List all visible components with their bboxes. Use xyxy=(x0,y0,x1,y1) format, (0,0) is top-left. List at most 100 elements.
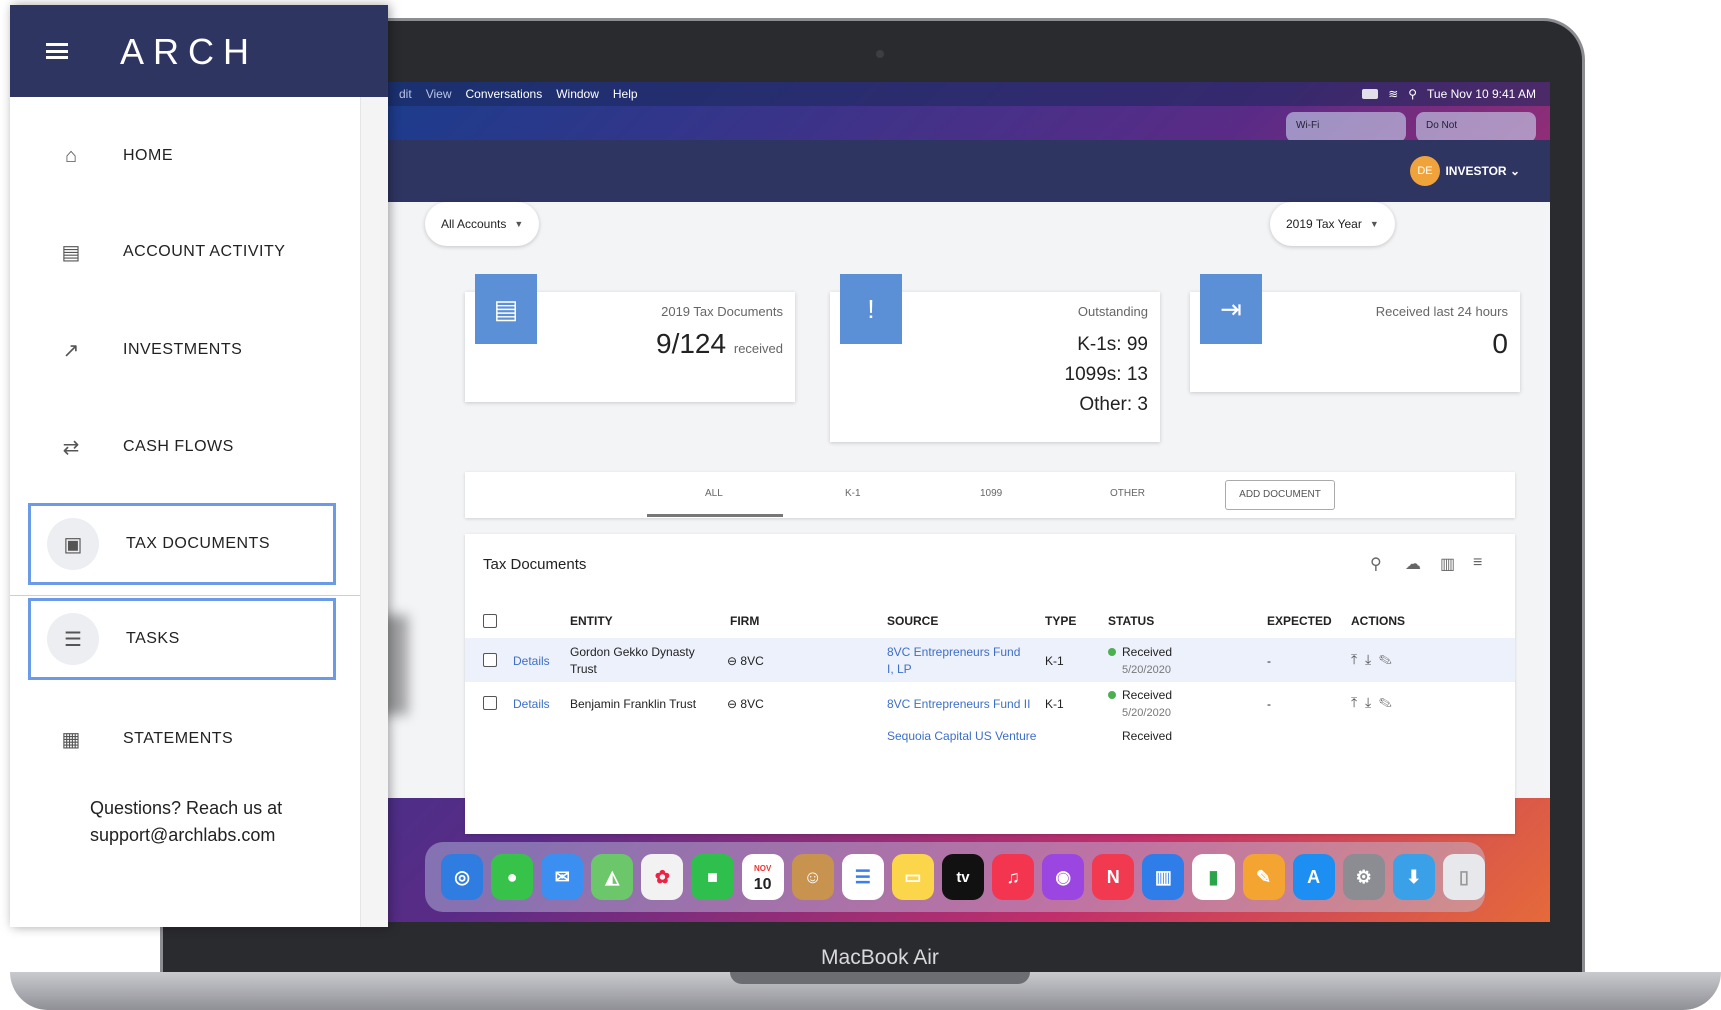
podcasts-icon[interactable]: ◉ xyxy=(1042,854,1085,900)
downloads-folder-icon[interactable]: ⬇ xyxy=(1392,854,1435,900)
user-role-label: INVESTOR xyxy=(1445,164,1507,178)
screen: dit View Conversations Window Help ≋ ⚲ T… xyxy=(385,82,1550,922)
columns-icon[interactable]: ▥ xyxy=(1440,554,1455,574)
calendar-icon[interactable]: NOV 10 xyxy=(741,854,784,900)
avatar[interactable]: DE xyxy=(1410,156,1440,186)
messages-icon[interactable]: ● xyxy=(491,854,534,900)
search-icon[interactable]: ⚲ xyxy=(1370,554,1382,574)
numbers-icon[interactable]: ▮ xyxy=(1192,854,1235,900)
sidebar-scrollbar[interactable] xyxy=(360,97,388,927)
maps-icon[interactable]: ◭ xyxy=(591,854,634,900)
camera xyxy=(876,50,884,58)
battery-icon[interactable] xyxy=(1362,89,1379,99)
menu-item-view[interactable]: View xyxy=(426,87,452,101)
status-dot xyxy=(1108,691,1116,699)
mac-menubar: dit View Conversations Window Help ≋ ⚲ T… xyxy=(385,82,1550,106)
keynote-icon[interactable]: ▥ xyxy=(1142,854,1185,900)
tax-year-dropdown-label: 2019 Tax Year xyxy=(1286,217,1362,231)
sidebar-item-cash-flows[interactable]: ⇄ CASH FLOWS xyxy=(28,406,336,488)
menu-item-edit[interactable]: dit xyxy=(399,87,412,101)
photos-icon[interactable]: ✿ xyxy=(641,854,684,900)
sidebar-item-tax-documents[interactable]: ▣ TAX DOCUMENTS xyxy=(28,503,336,585)
download-icon[interactable]: ⤓ xyxy=(1365,651,1371,667)
row-firm: ⊖ 8VC xyxy=(727,653,764,670)
caret-down-icon: ▼ xyxy=(1369,219,1379,229)
dnd-card[interactable]: Do Not xyxy=(1416,112,1536,142)
notes-icon[interactable]: ▭ xyxy=(891,854,934,900)
outstanding-title: Outstanding xyxy=(1077,304,1148,319)
row-type: K-1 xyxy=(1045,697,1064,711)
facetime-icon[interactable]: ■ xyxy=(691,854,734,900)
edit-icon[interactable]: ✎ xyxy=(1379,694,1392,710)
mail-icon[interactable]: ✉ xyxy=(541,854,584,900)
support-email-link[interactable]: support@archlabs.com xyxy=(90,822,350,849)
column-header-type[interactable]: TYPE xyxy=(1045,614,1076,628)
column-header-expected[interactable]: EXPECTED xyxy=(1267,614,1332,628)
menubar-datetime[interactable]: Tue Nov 10 9:41 AM xyxy=(1427,87,1536,101)
music-icon[interactable]: ♫ xyxy=(992,854,1035,900)
laptop-notch xyxy=(730,972,1030,984)
tax-year-dropdown[interactable]: 2019 Tax Year ▼ xyxy=(1270,202,1395,246)
row-firm: ⊖ 8VC xyxy=(727,696,764,713)
app-store-icon[interactable]: A xyxy=(1292,854,1335,900)
menu-item-help[interactable]: Help xyxy=(613,87,638,101)
trash-icon[interactable]: ▯ xyxy=(1442,854,1485,900)
edit-icon[interactable]: ✎ xyxy=(1379,651,1392,667)
system-preferences-icon[interactable]: ⚙ xyxy=(1342,854,1385,900)
details-link[interactable]: Details xyxy=(513,653,550,670)
row-actions: ⤒ ⤓ ✎ xyxy=(1351,651,1392,668)
filter-icon[interactable]: ≡ xyxy=(1473,554,1482,572)
row-status: Received 5/20/2020 xyxy=(1108,644,1172,679)
menubar-status: ≋ ⚲ Tue Nov 10 9:41 AM xyxy=(1362,87,1550,101)
upload-icon[interactable]: ⤒ xyxy=(1351,694,1357,710)
column-header-entity[interactable]: ENTITY xyxy=(570,614,613,628)
add-document-button[interactable]: ADD DOCUMENT xyxy=(1225,480,1335,510)
row-source[interactable]: 8VC Entrepreneurs Fund II xyxy=(887,696,1030,713)
hamburger-menu-icon[interactable] xyxy=(46,43,68,59)
wifi-card[interactable]: Wi-Fi xyxy=(1286,112,1406,142)
row-checkbox[interactable] xyxy=(483,696,497,710)
wifi-icon[interactable]: ≋ xyxy=(1388,87,1398,101)
column-header-firm[interactable]: FIRM xyxy=(730,614,759,628)
outstanding-1099: 1099s: 13 xyxy=(1064,364,1148,385)
safari-icon[interactable]: ◎ xyxy=(441,854,484,900)
user-role-menu[interactable]: INVESTOR ⌄ xyxy=(1445,164,1520,178)
search-icon[interactable]: ⚲ xyxy=(1408,87,1417,101)
mac-dock: ◎ ● ✉ ◭ ✿ ■ NOV 10 ☺ ☰ ▭ tv ♫ ◉ N ▥ ▮ ✎ A… xyxy=(425,842,1485,912)
download-icon[interactable]: ⤓ xyxy=(1365,694,1371,710)
column-header-status[interactable]: STATUS xyxy=(1108,614,1154,628)
tab-1099[interactable]: 1099 xyxy=(980,488,1002,499)
news-icon[interactable]: N xyxy=(1092,854,1135,900)
row-checkbox[interactable] xyxy=(483,653,497,667)
column-header-source[interactable]: SOURCE xyxy=(887,614,938,628)
sidebar-item-statements[interactable]: ▦ STATEMENTS xyxy=(28,698,336,780)
apple-tv-icon[interactable]: tv xyxy=(941,854,985,900)
pages-icon[interactable]: ✎ xyxy=(1242,854,1285,900)
sidebar-item-investments[interactable]: ↗ INVESTMENTS xyxy=(28,309,336,391)
tab-k1[interactable]: K-1 xyxy=(845,488,861,499)
brand-logo[interactable]: ARCH xyxy=(120,31,258,73)
sidebar-item-tasks[interactable]: ☰ TASKS xyxy=(28,598,336,680)
row-source[interactable]: 8VC Entrepreneurs Fund I, LP xyxy=(887,644,1027,678)
sidebar-item-account-activity[interactable]: ▤ ACCOUNT ACTIVITY xyxy=(28,211,336,293)
calendar-day: 10 xyxy=(753,876,772,893)
calendar-month: NOV xyxy=(753,864,772,873)
menu-item-conversations[interactable]: Conversations xyxy=(465,87,542,101)
contacts-icon[interactable]: ☺ xyxy=(791,854,834,900)
swap-arrows-icon: ⇄ xyxy=(62,436,80,459)
tab-all[interactable]: ALL xyxy=(705,488,723,499)
tab-other[interactable]: OTHER xyxy=(1110,488,1145,499)
upload-icon[interactable]: ⤒ xyxy=(1351,651,1357,667)
outstanding-k1: K-1s: 99 xyxy=(1077,334,1148,355)
reminders-icon[interactable]: ☰ xyxy=(841,854,884,900)
accounts-dropdown-label: All Accounts xyxy=(441,217,507,231)
row-source[interactable]: Sequoia Capital US Venture xyxy=(887,728,1036,745)
accounts-dropdown[interactable]: All Accounts ▼ xyxy=(425,202,540,246)
sidebar-item-label: INVESTMENTS xyxy=(123,341,243,358)
select-all-checkbox[interactable] xyxy=(483,614,497,628)
menu-item-window[interactable]: Window xyxy=(556,87,599,101)
cloud-download-icon[interactable]: ☁ xyxy=(1405,554,1421,574)
tax-docs-suffix: received xyxy=(733,341,783,356)
sidebar-item-home[interactable]: ⌂ HOME xyxy=(28,115,336,197)
details-link[interactable]: Details xyxy=(513,696,550,713)
